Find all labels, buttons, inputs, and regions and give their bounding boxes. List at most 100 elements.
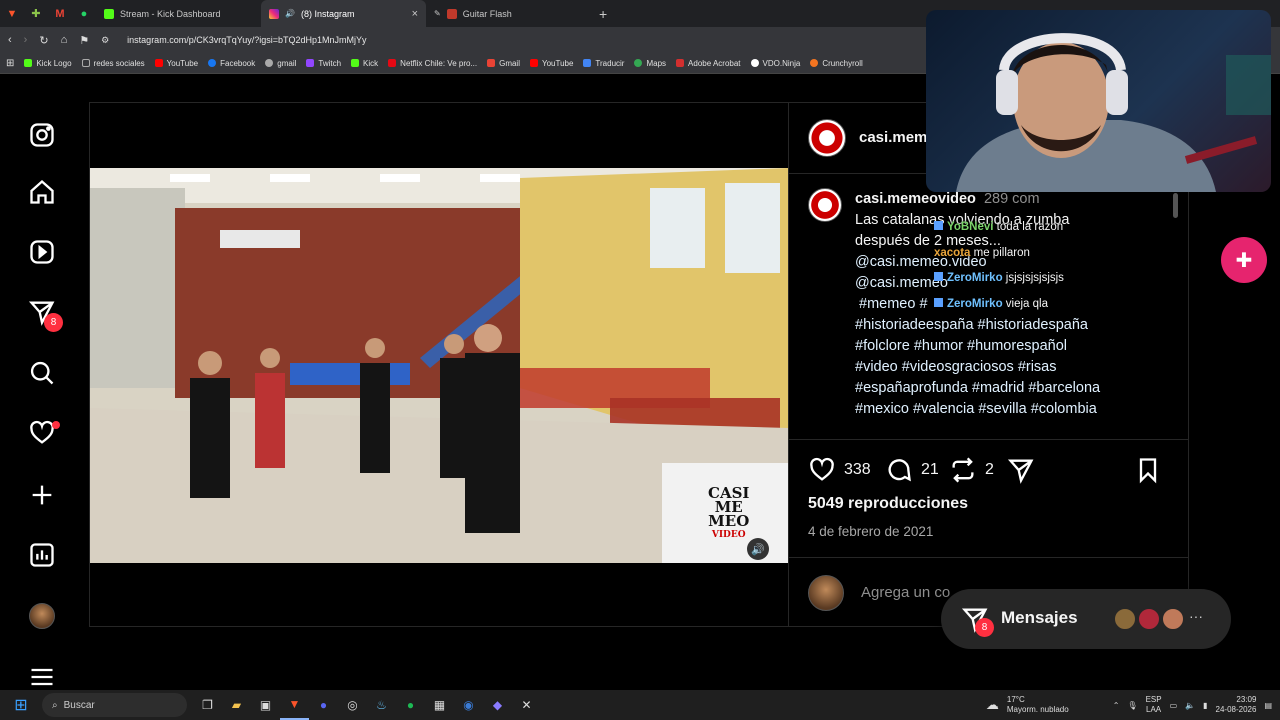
speaker-icon[interactable]: 🔊 (285, 9, 295, 18)
caption-avatar[interactable] (808, 188, 842, 222)
chat-badge-icon (934, 221, 943, 230)
chat-text: vieja qla (1005, 297, 1048, 310)
hashtag-line[interactable]: #mexico #valencia #sevilla #colombia (855, 399, 1170, 420)
app-icon[interactable]: ◆ (483, 690, 512, 720)
more-icon[interactable]: ··· (1189, 608, 1203, 624)
floating-extension-button[interactable]: ✚ (1221, 237, 1267, 283)
comment-button[interactable]: 21 (885, 456, 939, 484)
share-button[interactable] (1007, 456, 1035, 489)
forward-icon[interactable]: › (24, 34, 28, 46)
bookmark-item[interactable]: Crunchyroll (810, 59, 863, 68)
repost-button[interactable]: 2 (949, 456, 994, 484)
webcam-frame (956, 33, 1271, 192)
mute-toggle-icon[interactable]: 🔊 (747, 538, 769, 560)
bookmark-item[interactable]: YouTube (529, 59, 573, 68)
hashtag-line[interactable]: #video #videosgraciosos #risas (855, 357, 1170, 378)
menu-icon[interactable] (26, 661, 58, 693)
messages-badge: 8 (975, 618, 994, 637)
chevron-up-icon[interactable]: ⌃ (1113, 701, 1120, 710)
post-header-username[interactable]: casi.mem (859, 129, 927, 146)
bookmark-item[interactable]: redes sociales (81, 59, 145, 68)
like-button[interactable]: 338 (808, 456, 871, 484)
bookmark-item[interactable]: Traducir (583, 59, 624, 68)
bookmark-item[interactable]: Facebook (208, 59, 255, 68)
apps-icon[interactable]: ⊞ (6, 58, 14, 69)
hashtag-line[interactable]: #folclore #humor #humorespañol (855, 336, 1170, 357)
gmail-pinned-icon[interactable]: M (48, 0, 72, 27)
dashboard-icon[interactable] (26, 539, 58, 571)
tab-label: Guitar Flash (462, 8, 512, 19)
site-info-icon[interactable]: ⚙ (101, 35, 109, 46)
obs-icon[interactable]: ◎ (338, 690, 367, 720)
hashtag-line[interactable]: #historiadeespaña #historiadespaña (855, 315, 1170, 336)
back-icon[interactable]: ‹ (8, 34, 12, 46)
app-icon[interactable]: ◉ (454, 690, 483, 720)
chat-message: YoBNevi toda la razon (934, 215, 1174, 241)
bookmark-item[interactable]: YouTube (154, 59, 198, 68)
spotify-icon[interactable]: ● (396, 690, 425, 720)
new-tab-button[interactable]: + (599, 6, 607, 22)
home-icon[interactable] (26, 176, 58, 208)
brave-icon[interactable]: ▼ (280, 690, 309, 720)
file-explorer-icon[interactable]: ▰ (222, 690, 251, 720)
lang-line: LAA (1146, 705, 1162, 714)
clock-time: 23:09 (1236, 695, 1257, 704)
close-icon[interactable]: × (412, 8, 418, 20)
mic-icon[interactable]: 🎙 (1127, 701, 1137, 710)
play-count[interactable]: 5049 reproducciones (808, 495, 968, 513)
reload-icon[interactable]: ↻ (39, 34, 48, 47)
bookmark-item[interactable]: Twitch (306, 59, 341, 68)
tab-kick-dashboard[interactable]: Stream - Kick Dashboard (96, 0, 261, 27)
taskbar-search[interactable]: ⌕ Buscar (42, 693, 187, 717)
search-icon[interactable] (26, 357, 58, 389)
save-button[interactable] (1134, 456, 1162, 489)
bookmark-icon[interactable]: ⚑ (79, 34, 89, 47)
bookmark-item[interactable]: Netflix Chile: Ve pro... (388, 59, 477, 68)
clock[interactable]: 23:09 24-08-2026 (1216, 695, 1257, 715)
network-icon[interactable]: ▭ (1170, 701, 1178, 710)
home-icon[interactable]: ⌂ (61, 34, 68, 46)
pinned-tab-icon[interactable]: ✚ (24, 0, 48, 27)
app-icon[interactable]: ✕ (512, 690, 541, 720)
caption-header: casi.memeovideo 289 com (855, 189, 1170, 210)
windows-start-icon[interactable]: ⊞ (0, 690, 42, 720)
weather-widget[interactable]: 17°C Mayorm. nublado (1007, 695, 1069, 715)
video-player[interactable]: CASI ME MEO VIDEO 🔊 (90, 168, 788, 563)
volume-icon[interactable]: 🔈 (1185, 701, 1195, 710)
comment-input[interactable]: Agrega un co (861, 584, 950, 601)
stream-chat-overlay: YoBNevi toda la razon xacota me pillaron… (934, 215, 1174, 317)
instagram-icon (269, 8, 279, 19)
notification-badge: 8 (44, 313, 63, 332)
create-icon[interactable] (26, 479, 58, 511)
battery-icon[interactable]: ▮ (1203, 701, 1207, 710)
hashtag-line[interactable]: #españaprofunda #madrid #barcelona (855, 378, 1170, 399)
discord-icon[interactable]: ● (309, 690, 338, 720)
bookmark-item[interactable]: Maps (634, 59, 666, 68)
brave-pinned-icon[interactable]: ▼ (0, 0, 24, 27)
caption-username[interactable]: casi.memeovideo (855, 191, 976, 207)
bookmark-item[interactable]: Gmail (487, 59, 520, 68)
instagram-logo-icon[interactable] (26, 119, 58, 151)
messages-pill[interactable]: 8 Mensajes ··· (941, 589, 1231, 649)
whatsapp-pinned-icon[interactable]: ● (72, 0, 96, 27)
reels-icon[interactable] (26, 236, 58, 268)
task-view-icon[interactable]: ❐ (193, 690, 222, 720)
url-field[interactable]: instagram.com/p/CK3vrqTqYuy/?igsi=bTQ2dH… (127, 35, 366, 45)
bookmark-item[interactable]: Kick (351, 59, 378, 68)
bookmark-item[interactable]: VDO.Ninja (750, 59, 800, 68)
language-indicator[interactable]: ESP LAA (1146, 695, 1162, 715)
author-avatar[interactable] (808, 119, 846, 157)
app-icon[interactable]: ▦ (425, 690, 454, 720)
profile-avatar[interactable] (26, 600, 58, 632)
tab-guitar-flash[interactable]: ✎ Guitar Flash (426, 0, 591, 27)
chat-user: ZeroMirko (947, 297, 1003, 310)
bookmark-item[interactable]: gmail (265, 59, 296, 68)
bookmark-item[interactable]: Adobe Acrobat (676, 59, 741, 68)
tab-instagram[interactable]: 🔊 (8) Instagram × (261, 0, 426, 27)
notifications-icon[interactable]: ▤ (1264, 701, 1272, 710)
bookmark-item[interactable]: Kick Logo (24, 59, 72, 68)
store-icon[interactable]: ▣ (251, 690, 280, 720)
steam-icon[interactable]: ♨ (367, 690, 396, 720)
contact-avatar (1113, 607, 1137, 631)
search-placeholder: Buscar (63, 699, 95, 711)
